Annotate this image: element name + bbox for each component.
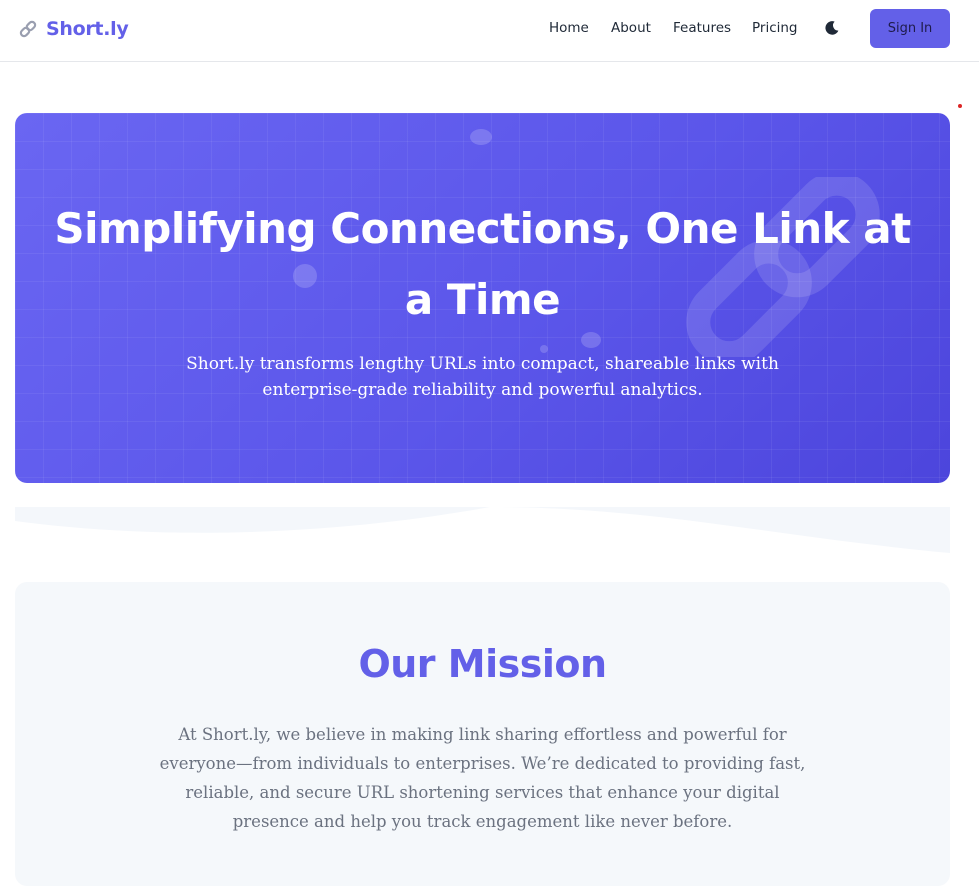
hero-subtitle: Short.ly transforms lengthy URLs into co…: [186, 354, 779, 400]
hero-bubble: [470, 129, 492, 145]
nav-pricing[interactable]: Pricing: [752, 19, 798, 37]
navbar: Short.ly Home About Features Pricing Sig…: [0, 0, 979, 62]
hero-title: Simplifying Connections, One Link at a T…: [54, 204, 911, 324]
mission-title: Our Mission: [358, 642, 607, 686]
sign-in-button[interactable]: Sign In: [870, 9, 950, 48]
nav-features[interactable]: Features: [673, 19, 731, 37]
theme-toggle-button[interactable]: [823, 19, 841, 37]
nav-home[interactable]: Home: [549, 19, 589, 37]
wave-divider: [15, 507, 950, 553]
hero-banner: Simplifying Connections, One Link at a T…: [15, 113, 950, 483]
nav-about[interactable]: About: [611, 19, 651, 37]
mission-section: Our Mission At Short.ly, we believe in m…: [15, 582, 950, 886]
indicator-dot: [958, 104, 962, 108]
moon-icon: [825, 21, 839, 35]
link-icon: [19, 20, 37, 38]
brand-name: Short.ly: [46, 18, 129, 40]
brand-logo[interactable]: Short.ly: [18, 16, 129, 42]
mission-text: At Short.ly, we believe in making link s…: [159, 725, 806, 831]
